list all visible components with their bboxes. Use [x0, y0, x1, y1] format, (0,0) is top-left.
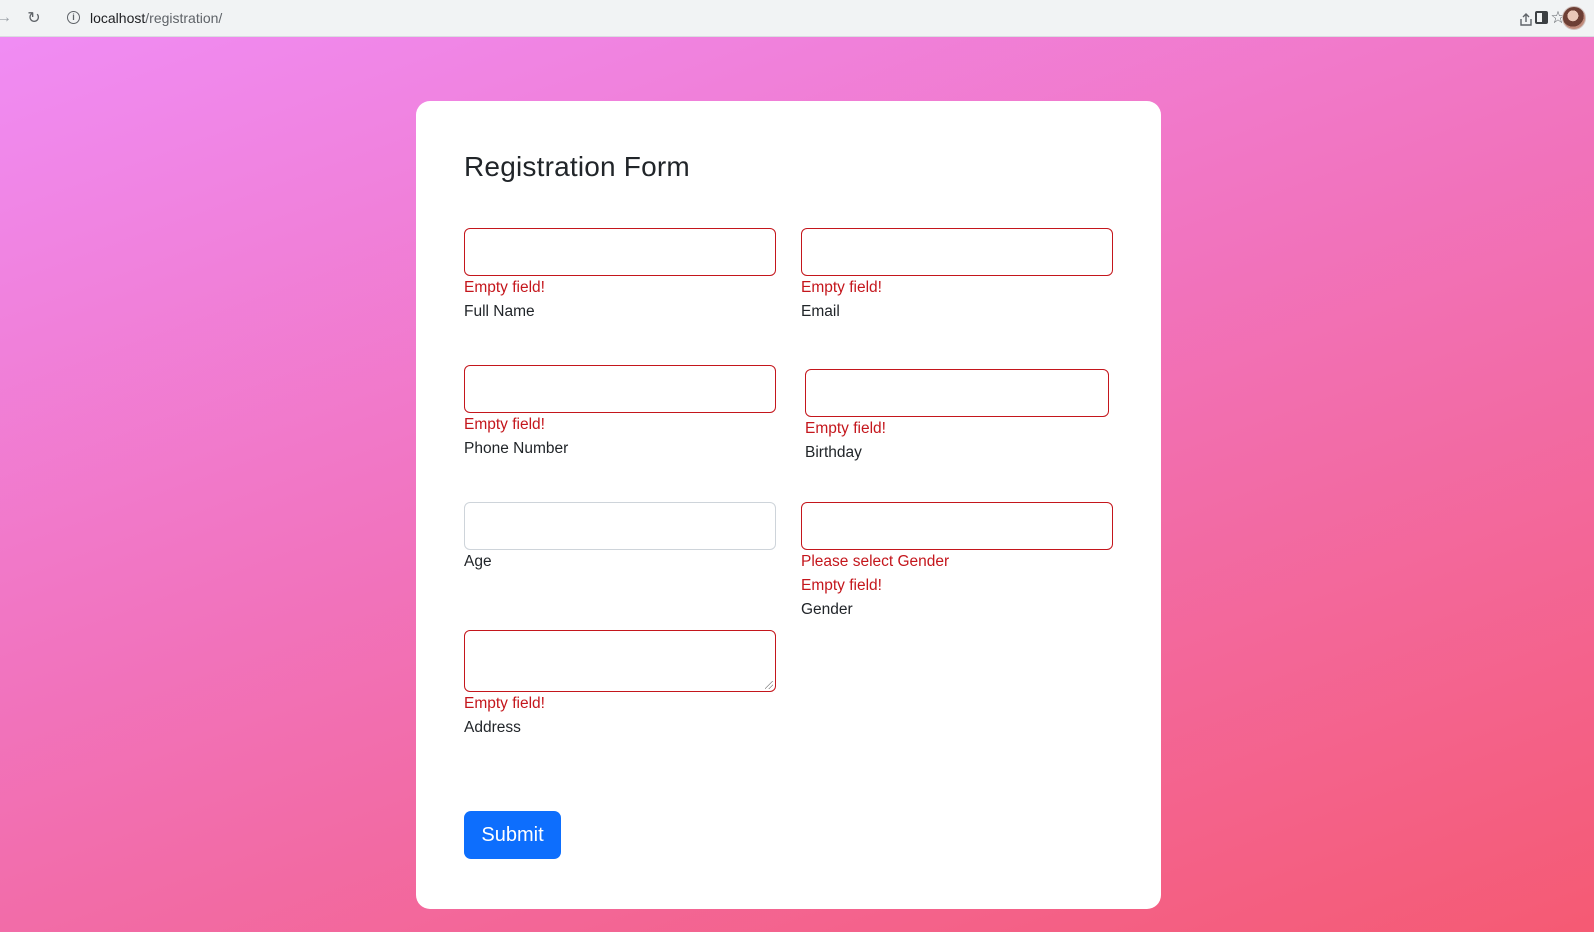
address-label: Address [464, 719, 521, 736]
email-label: Email [801, 303, 840, 320]
url-host: localhost [90, 10, 146, 26]
form-title: Registration Form [464, 151, 690, 182]
age-input[interactable] [464, 502, 776, 550]
email-error: Empty field! [801, 279, 882, 296]
reload-icon[interactable]: ↻ [22, 6, 46, 30]
phone-number-input[interactable] [464, 365, 776, 413]
gender-label: Gender [801, 601, 853, 618]
full-name-label: Full Name [464, 303, 535, 320]
url-text[interactable]: localhost/registration/ [90, 10, 222, 26]
email-input[interactable] [801, 228, 1113, 276]
address-error: Empty field! [464, 695, 545, 712]
phone-number-error: Empty field! [464, 416, 545, 433]
gender-select-error: Please select Gender [801, 553, 950, 570]
birthday-input[interactable] [805, 369, 1109, 417]
site-info-icon[interactable]: i [67, 11, 80, 24]
birthday-error: Empty field! [805, 420, 886, 437]
url-path: /registration/ [145, 10, 223, 26]
submit-button[interactable]: Submit [464, 811, 561, 859]
phone-number-label: Phone Number [464, 440, 569, 457]
birthday-label: Birthday [805, 444, 862, 461]
address-bar[interactable]: i localhost/registration/ ☆ [56, 3, 1566, 33]
profile-avatar[interactable] [1562, 6, 1586, 30]
registration-card: Registration Form Empty field! Full Name… [416, 101, 1161, 909]
side-panel-icon[interactable] [1531, 7, 1551, 27]
full-name-error: Empty field! [464, 279, 545, 296]
full-name-input[interactable] [464, 228, 776, 276]
page-background: Registration Form Empty field! Full Name… [0, 37, 1594, 932]
browser-toolbar: → ↻ i localhost/registration/ ☆ [0, 0, 1594, 37]
forward-icon[interactable]: → [0, 6, 16, 30]
age-label: Age [464, 553, 492, 570]
address-textarea[interactable] [464, 630, 776, 692]
gender-select[interactable] [801, 502, 1113, 550]
gender-error: Empty field! [801, 577, 882, 594]
